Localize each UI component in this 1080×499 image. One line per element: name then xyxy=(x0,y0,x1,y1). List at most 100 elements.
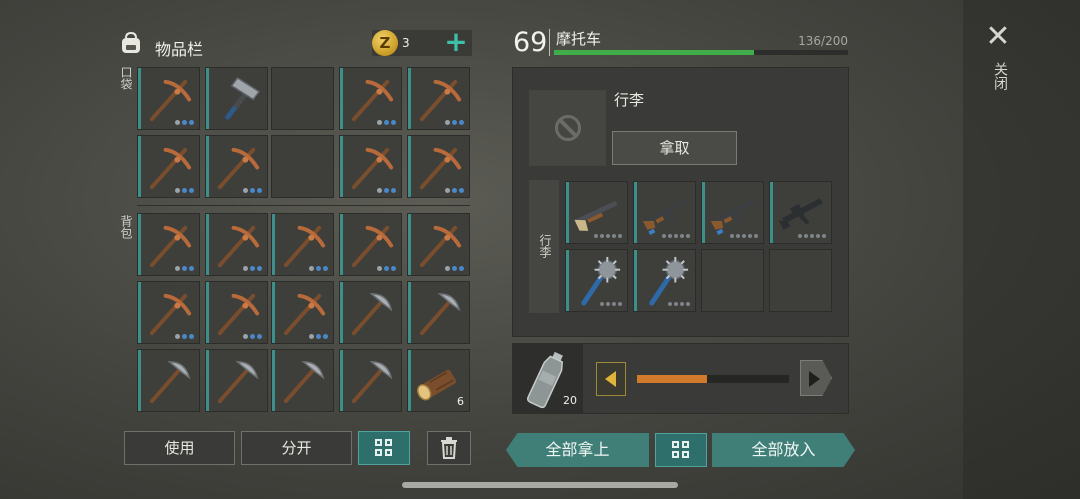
item-slot[interactable] xyxy=(769,181,832,244)
item-slot[interactable] xyxy=(271,281,334,344)
durability-dots xyxy=(600,302,622,307)
pickaxe-icon xyxy=(351,147,394,190)
side-overlay xyxy=(963,0,1080,499)
item-slot[interactable] xyxy=(271,213,334,276)
item-slot[interactable] xyxy=(137,349,200,412)
add-currency-button[interactable]: + xyxy=(441,27,471,57)
durability-dots xyxy=(377,188,396,193)
item-slot[interactable] xyxy=(137,281,200,344)
durability-dots xyxy=(175,120,194,125)
put-all-button[interactable]: 全部放入 xyxy=(712,433,855,467)
stone-pickaxe-icon xyxy=(149,361,191,404)
item-slot[interactable] xyxy=(205,281,268,344)
durability-dots xyxy=(377,120,396,125)
pickaxe-icon xyxy=(419,79,462,122)
item-quantity: 6 xyxy=(457,395,464,408)
backpack-icon xyxy=(122,31,140,53)
stone-pickaxe-icon xyxy=(217,361,259,404)
durability-dots xyxy=(594,234,622,239)
empty-slot[interactable] xyxy=(769,249,832,312)
pickaxe-icon xyxy=(217,147,260,190)
item-slot[interactable] xyxy=(339,135,402,198)
item-slot[interactable] xyxy=(137,135,200,198)
item-slot[interactable] xyxy=(407,135,470,198)
empty-slot[interactable] xyxy=(271,67,334,130)
durability-dots xyxy=(243,266,262,271)
take-all-button[interactable]: 全部拿上 xyxy=(506,433,649,467)
durability-dots xyxy=(175,334,194,339)
item-slot[interactable] xyxy=(407,281,470,344)
pickaxe-icon xyxy=(217,225,260,268)
pickaxe-icon xyxy=(217,293,260,336)
pickaxe-icon xyxy=(283,293,326,336)
item-slot[interactable] xyxy=(565,181,628,244)
take-bag-button[interactable]: 拿取 xyxy=(612,131,737,165)
decrease-amount-button[interactable] xyxy=(596,362,626,396)
durability-dots xyxy=(243,188,262,193)
item-slot[interactable] xyxy=(205,67,268,130)
item-slot[interactable] xyxy=(205,213,268,276)
close-icon[interactable]: ✕ xyxy=(983,22,1013,52)
coin-icon: Z xyxy=(372,30,398,56)
item-slot[interactable] xyxy=(339,281,402,344)
pickaxe-icon xyxy=(149,79,192,122)
item-slot[interactable]: 6 xyxy=(407,349,470,412)
bag-side-label: 行李 xyxy=(538,234,552,258)
durability-dots xyxy=(175,266,194,271)
durability-dots xyxy=(668,302,690,307)
item-slot[interactable] xyxy=(271,349,334,412)
coin-count: 3 xyxy=(402,36,410,50)
selected-item-qty: 20 xyxy=(563,394,577,407)
close-label[interactable]: 关闭 xyxy=(990,62,1010,90)
stone-pickaxe-icon xyxy=(351,293,393,336)
durability-dots xyxy=(798,234,826,239)
use-button[interactable]: 使用 xyxy=(124,431,235,465)
durability-dots xyxy=(309,334,328,339)
discard-button[interactable] xyxy=(427,431,471,465)
vehicle-sort-button[interactable] xyxy=(655,433,707,467)
stone-pickaxe-icon xyxy=(351,361,393,404)
sort-grid-button[interactable] xyxy=(358,431,410,465)
durability-dots xyxy=(175,188,194,193)
inventory-title: 物品栏 xyxy=(155,40,204,59)
ak-rifle-icon xyxy=(710,198,755,235)
vehicle-name: 摩托车 xyxy=(556,30,602,48)
item-slot[interactable] xyxy=(565,249,628,312)
vehicle-capacity: 136/200 xyxy=(798,34,848,48)
durability-dots xyxy=(445,188,464,193)
home-indicator[interactable] xyxy=(402,482,678,488)
spiked-mace-icon xyxy=(649,256,689,306)
item-slot[interactable] xyxy=(205,349,268,412)
pickaxe-icon xyxy=(149,293,192,336)
durability-dots xyxy=(445,266,464,271)
backpack-label: 背包 xyxy=(119,215,133,239)
stone-pickaxe-icon xyxy=(419,293,461,336)
grid-icon xyxy=(672,441,690,459)
item-slot[interactable] xyxy=(633,249,696,312)
capacity-bar-fill xyxy=(554,50,754,55)
vehicle-level: 69 xyxy=(513,27,548,58)
item-slot[interactable] xyxy=(137,213,200,276)
split-button[interactable]: 分开 xyxy=(241,431,352,465)
bag-name: 行李 xyxy=(614,91,645,109)
section-divider xyxy=(137,205,470,206)
item-slot[interactable] xyxy=(339,349,402,412)
item-slot[interactable] xyxy=(701,181,764,244)
item-slot[interactable] xyxy=(407,213,470,276)
durability-dots xyxy=(730,234,758,239)
item-slot[interactable] xyxy=(339,213,402,276)
durability-dots xyxy=(662,234,690,239)
no-item-icon xyxy=(555,115,581,141)
pickaxe-icon xyxy=(419,147,462,190)
pickaxe-icon xyxy=(351,225,394,268)
empty-slot[interactable] xyxy=(271,135,334,198)
item-slot[interactable] xyxy=(407,67,470,130)
item-slot[interactable] xyxy=(633,181,696,244)
empty-slot[interactable] xyxy=(701,249,764,312)
item-slot[interactable] xyxy=(137,67,200,130)
durability-dots xyxy=(377,266,396,271)
durability-dots xyxy=(309,266,328,271)
pickaxe-icon xyxy=(149,147,192,190)
item-slot[interactable] xyxy=(205,135,268,198)
item-slot[interactable] xyxy=(339,67,402,130)
